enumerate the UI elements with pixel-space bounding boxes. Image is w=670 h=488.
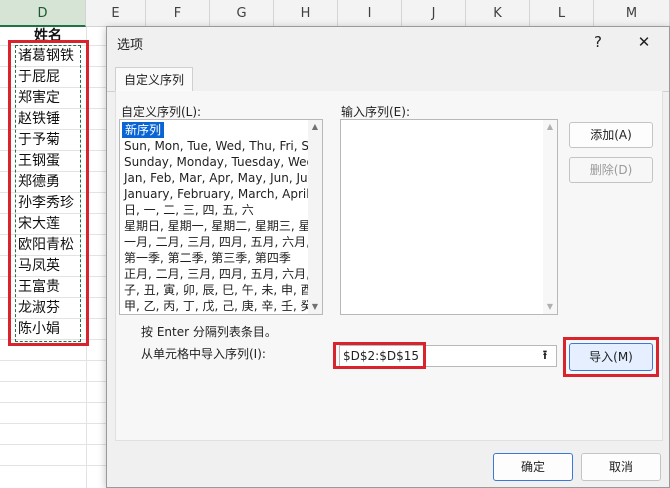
column-header-l[interactable]: L <box>530 0 594 27</box>
list-entries-scrollbar[interactable]: ▲ ▼ <box>543 120 557 314</box>
column-header-f[interactable]: F <box>146 0 210 27</box>
custom-lists-scrollbar[interactable]: ▲ ▼ <box>308 120 322 314</box>
list-item[interactable]: 日, 一, 二, 三, 四, 五, 六 <box>124 202 254 218</box>
column-header-e[interactable]: E <box>86 0 146 27</box>
dialog-title: 选项 <box>117 38 144 53</box>
collapse-dialog-icon[interactable]: ⭱ <box>535 346 555 366</box>
list-entries-textarea[interactable]: ▲ ▼ <box>340 119 558 315</box>
column-header-g[interactable]: G <box>210 0 274 27</box>
list-item[interactable]: Sunday, Monday, Tuesday, Wedn <box>124 154 322 170</box>
column-header-m[interactable]: M <box>594 0 670 27</box>
list-item[interactable]: Jan, Feb, Mar, Apr, May, Jun, Jul, <box>124 170 315 186</box>
custom-lists-label: 自定义序列(L): <box>121 105 202 119</box>
scroll-down-icon[interactable]: ▼ <box>543 300 557 314</box>
column-header-j[interactable]: J <box>402 0 466 27</box>
list-item[interactable]: 第一季, 第二季, 第三季, 第四季 <box>124 250 291 266</box>
ok-button[interactable]: 确定 <box>493 453 573 481</box>
scroll-up-icon[interactable]: ▲ <box>308 120 322 134</box>
list-item[interactable]: 正月, 二月, 三月, 四月, 五月, 六月, 七 <box>124 266 322 282</box>
custom-lists-listbox[interactable]: 新序列 Sun, Mon, Tue, Wed, Thu, Fri, Sa Sun… <box>119 119 323 315</box>
list-item[interactable]: 星期日, 星期一, 星期二, 星期三, 星期 <box>124 218 322 234</box>
add-button[interactable]: 添加(A) <box>569 122 653 148</box>
options-dialog: 选项 ? ✕ 自定义序列 自定义序列(L): 输入序列(E): 新序列 Sun,… <box>106 26 670 488</box>
tab-custom-lists[interactable]: 自定义序列 <box>115 67 193 92</box>
import-range-label: 从单元格中导入序列(I): <box>141 347 266 361</box>
column-header-d[interactable]: D <box>0 0 86 27</box>
column-header-i[interactable]: I <box>338 0 402 27</box>
help-icon[interactable]: ? <box>585 29 611 55</box>
list-item[interactable]: 一月, 二月, 三月, 四月, 五月, 六月, 七 <box>124 234 322 250</box>
column-header-h[interactable]: H <box>274 0 338 27</box>
list-item[interactable]: 子, 丑, 寅, 卯, 辰, 巳, 午, 未, 申, 酉, 戌 <box>124 282 322 298</box>
column-header-k[interactable]: K <box>466 0 530 27</box>
close-icon[interactable]: ✕ <box>631 29 657 55</box>
highlight-box-range <box>333 342 426 369</box>
scroll-down-icon[interactable]: ▼ <box>308 300 322 314</box>
delete-button[interactable]: 删除(D) <box>569 157 653 183</box>
highlight-box-names <box>8 40 89 346</box>
cancel-button[interactable]: 取消 <box>581 453 661 481</box>
list-entries-label: 输入序列(E): <box>341 105 410 119</box>
list-item[interactable]: Sun, Mon, Tue, Wed, Thu, Fri, Sa <box>124 138 316 154</box>
list-item[interactable]: January, February, March, April, M <box>124 186 322 202</box>
list-item[interactable]: 甲, 乙, 丙, 丁, 戊, 己, 庚, 辛, 壬, 癸 <box>124 298 313 314</box>
enter-hint: 按 Enter 分隔列表条目。 <box>141 325 277 339</box>
list-item[interactable]: 新序列 <box>122 122 165 138</box>
scroll-up-icon[interactable]: ▲ <box>543 120 557 134</box>
highlight-box-import <box>563 337 659 377</box>
